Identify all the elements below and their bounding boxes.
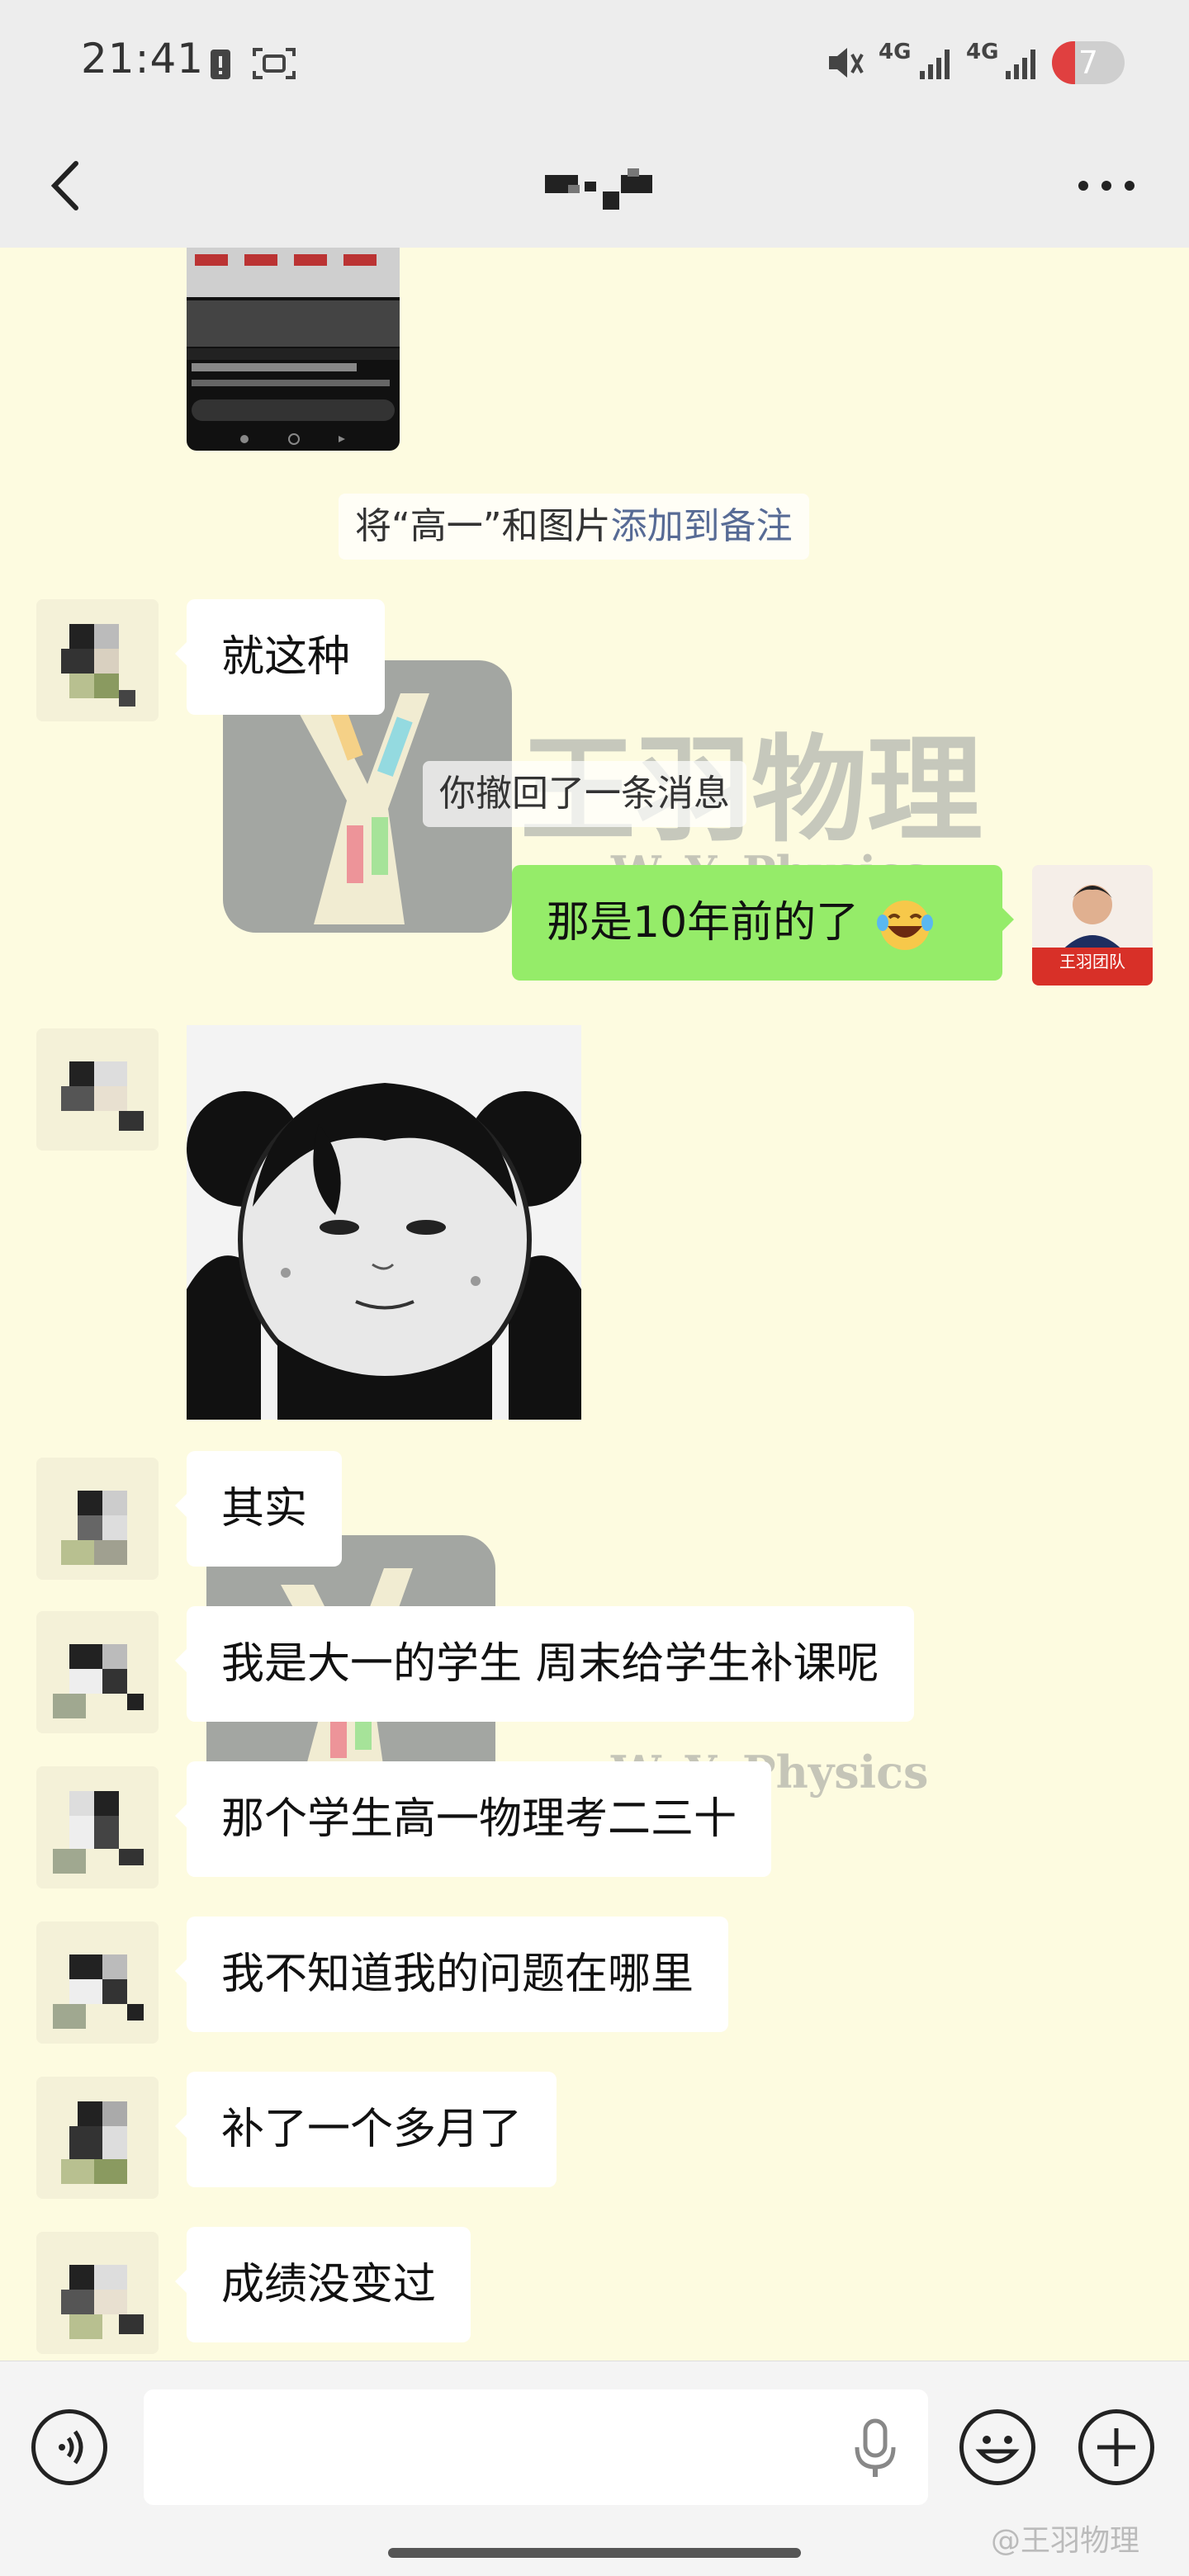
message-bubble[interactable]: 就这种 [174,599,386,715]
contact-avatar[interactable] [36,1921,159,2044]
screenshot-thumbnail [187,248,400,445]
network-type-1: 4G [879,40,912,64]
mic-icon[interactable] [850,2418,900,2480]
home-indicator[interactable] [388,2548,801,2558]
battery-level-text: 7 [1078,45,1099,81]
voice-icon[interactable] [31,2409,107,2485]
add-remark-note: 将“高一”和图片添加到备注 [339,494,809,560]
contact-avatar[interactable] [36,1766,159,1888]
laughing-tears-emoji-icon [876,900,933,950]
panda-meme-sticker[interactable] [187,1025,581,1420]
recalled-note: 你撤回了一条消息 [423,761,746,827]
chat-header [0,124,1189,248]
status-time: 21:41 [81,35,205,83]
status-bar: 21:41 4G 4G 7 [0,0,1189,124]
battery-level [1052,41,1075,84]
screen-record-icon [253,48,296,79]
watermark-credit: @王羽物理 [991,2524,1140,2558]
contact-avatar[interactable] [36,1611,159,1733]
message-bubble[interactable]: 成绩没变过 [174,2227,471,2342]
contact-avatar[interactable] [36,2232,159,2354]
contact-avatar[interactable] [36,599,159,721]
chevron-left-icon[interactable] [41,149,91,223]
contact-avatar[interactable] [36,1028,159,1151]
alert-icon [211,50,230,79]
signal-icon [1006,50,1035,79]
contact-avatar[interactable] [36,1458,159,1580]
my-message-bubble[interactable]: 那是10年前的了 [512,865,1014,981]
contact-name-mosaic [545,168,652,210]
chat-area: 王羽物理 W. Y. Physics W. Y. Physics 将“高一”和图… [0,248,1189,2361]
add-remark-text: 将“高一”和图片 [355,505,611,547]
message-bubble[interactable]: 其实 [174,1451,343,1567]
emoji-icon[interactable] [959,2409,1035,2485]
my-avatar[interactable]: 王羽团队 [1032,865,1153,985]
message-input[interactable] [144,2389,928,2505]
battery-indicator: 7 [1052,41,1125,84]
add-remark-link[interactable]: 添加到备注 [611,505,793,547]
input-bar: @王羽物理 [0,2361,1189,2576]
my-avatar-label: 王羽团队 [1059,952,1125,971]
shared-screenshot-image[interactable] [187,248,400,451]
signal-icon [920,50,950,79]
mute-icon [829,48,864,78]
message-bubble[interactable]: 我不知道我的问题在哪里 [174,1917,729,2032]
network-type-2: 4G [966,40,999,64]
message-bubble[interactable]: 那个学生高一物理考二三十 [174,1761,772,1877]
my-message-text: 那是10年前的了 [547,898,860,948]
message-bubble[interactable]: 我是大一的学生 周末给学生补课呢 [175,1606,914,1722]
add-icon[interactable] [1078,2409,1154,2485]
more-dots-icon[interactable] [1073,169,1139,202]
message-bubble[interactable]: 补了一个多月了 [174,2072,557,2187]
contact-avatar[interactable] [36,2077,159,2199]
